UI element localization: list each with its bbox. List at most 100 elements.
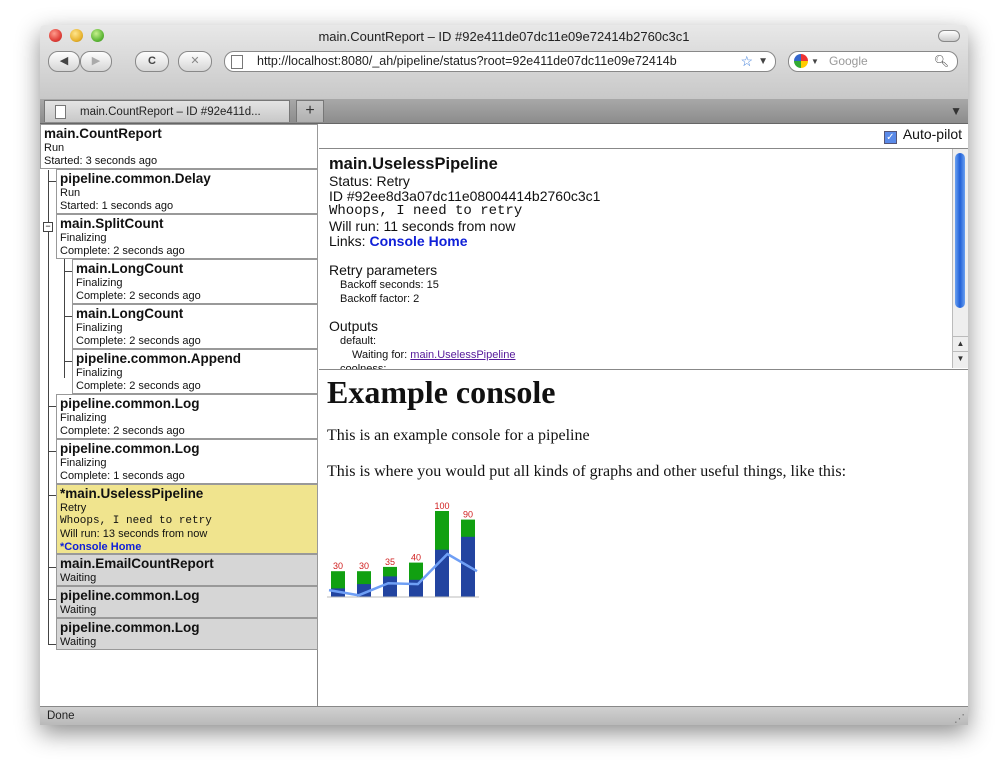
bar-value [435,549,449,597]
pipeline-tree: − main.CountReport Run Started: 3 second… [40,124,318,706]
detail-title: main.UselessPipeline [329,155,498,173]
page-icon [55,105,66,119]
backoff-seconds: Backoff seconds: 15 [340,279,439,291]
tree-node-current[interactable]: *main.UselessPipeline Retry Whoops, I ne… [56,484,318,554]
output-default: default: [340,335,377,347]
tree-node[interactable]: pipeline.common.Log Waiting [56,586,318,618]
tree-node[interactable]: main.LongCount Finalizing Complete: 2 se… [72,259,318,304]
search-placeholder[interactable]: Google [829,52,868,71]
tree-node[interactable]: pipeline.common.Log Finalizing Complete:… [56,439,318,484]
node-status: Finalizing [60,232,107,244]
detail-message: Whoops, I need to retry [329,203,523,219]
address-bar[interactable]: http://localhost:8080/_ah/pipeline/statu… [224,51,776,72]
google-icon[interactable] [794,54,808,68]
node-time: Complete: 2 seconds ago [76,335,201,347]
tree-node[interactable]: pipeline.common.Append Finalizing Comple… [72,349,318,394]
data-label: 35 [385,557,395,567]
tab-main-countreport[interactable]: main.CountReport – ID #92e411d... [44,100,290,122]
node-name[interactable]: main.LongCount [76,306,314,322]
tab-label[interactable]: main.CountReport – ID #92e411d... [80,101,261,123]
detail-status: Status: Retry [329,173,410,189]
detail-scrollbar[interactable]: ▲ ▼ [952,149,968,368]
node-status: Finalizing [76,367,123,379]
toolbar-toggle-icon[interactable] [938,30,960,42]
autopilot-checkbox[interactable]: ✓ [883,131,897,144]
search-icon[interactable]: 🔍︎ [934,52,949,71]
resize-grip-icon[interactable]: ⋰ [954,710,965,725]
retry-heading: Retry parameters [329,262,438,278]
tree-node[interactable]: main.SplitCount Finalizing Complete: 2 s… [56,214,318,259]
waiting-for-link[interactable]: main.UselessPipeline [410,349,515,361]
node-name[interactable]: pipeline.common.Log [60,441,314,457]
node-name[interactable]: pipeline.common.Log [60,588,314,604]
node-message: Whoops, I need to retry [60,515,212,527]
url-dropdown-icon[interactable]: ▼ [758,52,768,71]
url-text[interactable]: http://localhost:8080/_ah/pipeline/statu… [257,52,713,71]
output-coolness: coolness: [340,363,387,370]
console-title: Example console [327,374,556,410]
console-link[interactable]: Console [369,233,424,249]
detail-will-run: Will run: 11 seconds from now [329,218,516,234]
example-chart: 30 30 35 40 100 90 [327,497,479,599]
node-status: Waiting [60,604,97,616]
node-name[interactable]: main.EmailCountReport [60,556,314,572]
node-time: Complete: 2 seconds ago [76,290,201,302]
tree-line [48,170,49,644]
node-time: Started: 1 seconds ago [60,200,174,212]
tree-node[interactable]: pipeline.common.Log Waiting [56,618,318,650]
scroll-up-icon[interactable]: ▲ [953,336,968,351]
autopilot-label[interactable]: Auto-pilot [903,126,962,142]
tree-line [48,495,56,496]
scrollbar-thumb[interactable] [955,153,965,308]
console-paragraph: This is an example console for a pipelin… [327,427,590,444]
tree-node[interactable]: main.CountReport Run Started: 3 seconds … [40,124,318,169]
tree-node[interactable]: main.LongCount Finalizing Complete: 2 se… [72,304,318,349]
scroll-down-icon[interactable]: ▼ [953,351,968,366]
data-label: 30 [359,561,369,571]
node-time: Complete: 2 seconds ago [60,425,185,437]
console-paragraph: This is where you would put all kinds of… [327,463,847,480]
node-status: Waiting [60,572,97,584]
tab-menu-icon[interactable]: ▼ [950,104,962,118]
home-link[interactable]: Home [111,541,142,553]
autopilot-toggle[interactable]: ✓ Auto-pilot [883,126,962,144]
stop-button[interactable]: ✕ [178,51,212,72]
tree-line [48,599,56,600]
node-status: Finalizing [76,322,123,334]
node-name[interactable]: pipeline.common.Append [76,351,314,367]
node-name[interactable]: main.CountReport [44,126,314,142]
node-status: Run [60,187,81,199]
node-status: Finalizing [60,412,107,424]
forward-button[interactable]: ▶ [80,51,112,72]
backoff-factor: Backoff factor: 2 [340,293,420,305]
window-title: main.CountReport – ID #92e411de07dc11e09… [318,29,690,44]
home-link[interactable]: Home [429,233,468,249]
node-name[interactable]: main.LongCount [76,261,314,277]
tree-line [48,181,56,182]
node-name[interactable]: main.SplitCount [60,216,314,232]
node-name[interactable]: pipeline.common.Delay [60,171,314,187]
console-link[interactable]: *Console [60,541,108,553]
bar-value [383,576,397,597]
bookmark-star-icon[interactable]: ☆ [740,52,753,71]
node-name[interactable]: *main.UselessPipeline [60,486,314,502]
new-tab-button[interactable]: + [296,100,324,122]
node-name[interactable]: pipeline.common.Log [60,620,314,636]
search-field[interactable]: ▼ Google 🔍︎ [788,51,958,72]
tree-node[interactable]: pipeline.common.Delay Run Started: 1 sec… [56,169,318,214]
back-button[interactable]: ◀ [48,51,80,72]
node-name[interactable]: pipeline.common.Log [60,396,314,412]
collapse-icon[interactable]: − [43,222,53,232]
search-engine-dropdown-icon[interactable]: ▼ [811,52,819,71]
node-time: Complete: 2 seconds ago [76,380,201,392]
reload-button[interactable]: C [135,51,169,72]
tree-node[interactable]: main.EmailCountReport Waiting [56,554,318,586]
detail-pane: ✓ Auto-pilot main.UselessPipeline Status:… [319,124,968,706]
tree-node[interactable]: pipeline.common.Log Finalizing Complete:… [56,394,318,439]
links-label: Links: [329,233,366,249]
page-content: − main.CountReport Run Started: 3 second… [40,124,968,706]
browser-window: main.CountReport – ID #92e411de07dc11e09… [40,25,968,725]
node-status: Retry [60,502,87,514]
node-status: Finalizing [60,457,107,469]
waiting-for-label: Waiting for: [352,349,408,361]
